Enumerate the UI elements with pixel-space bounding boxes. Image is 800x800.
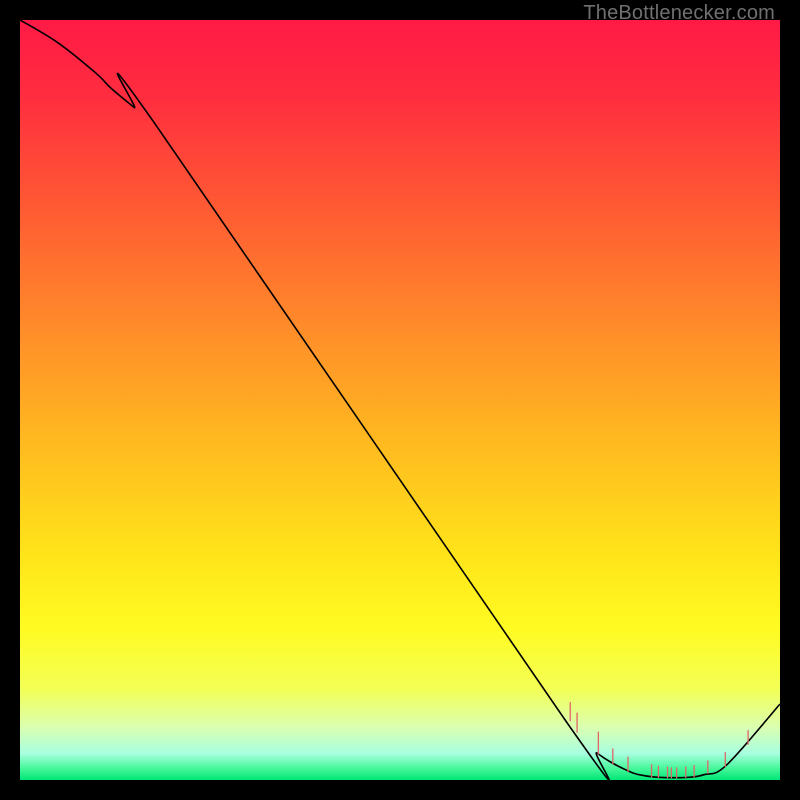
chart-stage: TheBottlenecker.com — [0, 0, 800, 800]
watermark-text: TheBottlenecker.com — [583, 2, 775, 25]
bottleneck-curve — [20, 20, 780, 780]
curve-markers — [570, 702, 748, 777]
plot-area — [20, 20, 780, 780]
curve-layer — [20, 20, 780, 780]
